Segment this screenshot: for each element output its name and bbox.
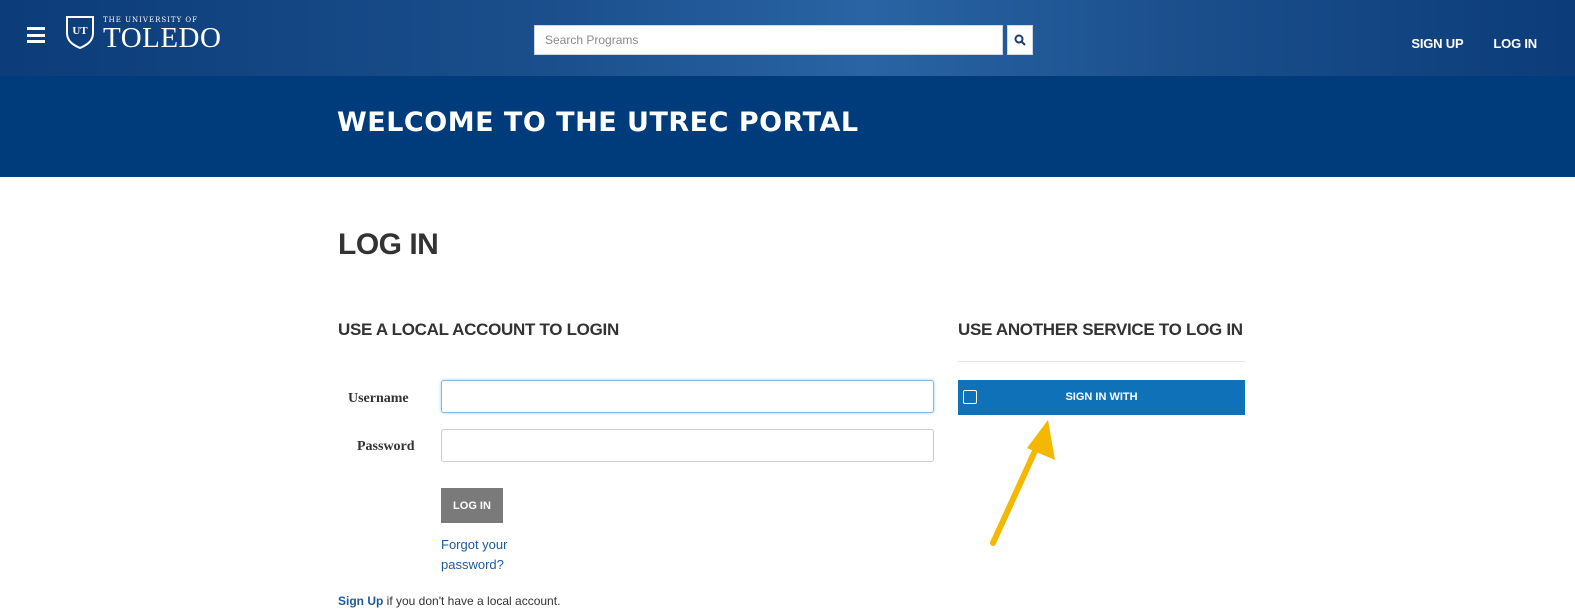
username-field[interactable] — [441, 380, 934, 413]
top-navbar: UT THE UNIVERSITY OF TOLEDO SIGN UP LOG … — [0, 0, 1575, 76]
university-shield-icon: UT — [66, 16, 94, 49]
page-title: LOG IN — [338, 228, 439, 261]
svg-text:UT: UT — [72, 25, 88, 37]
section-divider — [958, 361, 1245, 362]
log-in-button[interactable]: LOG IN — [441, 488, 503, 523]
menu-icon[interactable] — [27, 27, 45, 43]
banner-title: WELCOME TO THE UTREC PORTAL — [337, 107, 859, 138]
logo-big-text: TOLEDO — [103, 22, 222, 54]
username-label: Username — [348, 391, 409, 406]
local-account-heading: USE A LOCAL ACCOUNT TO LOGIN — [338, 320, 619, 339]
university-logo[interactable]: UT THE UNIVERSITY OF TOLEDO — [65, 15, 221, 53]
welcome-banner: WELCOME TO THE UTREC PORTAL — [0, 76, 1575, 177]
search-icon — [1014, 34, 1026, 46]
log-in-link[interactable]: LOG IN — [1493, 36, 1537, 51]
other-service-heading: USE ANOTHER SERVICE TO LOG IN — [958, 320, 1243, 339]
sign-up-inline-link[interactable]: Sign Up — [338, 594, 383, 608]
sign-up-prompt-text: if you don't have a local account. — [383, 594, 561, 608]
sign-in-with-label: SIGN IN WITH — [1065, 391, 1138, 403]
sign-in-with-button[interactable]: SIGN IN WITH — [958, 380, 1245, 415]
sign-up-prompt: Sign Up if you don't have a local accoun… — [338, 594, 560, 608]
search-bar — [534, 25, 1033, 55]
search-button[interactable] — [1007, 25, 1033, 55]
search-input[interactable] — [534, 25, 1003, 55]
forgot-password-link[interactable]: Forgot your password? — [441, 535, 531, 575]
password-field[interactable] — [441, 429, 934, 462]
password-label: Password — [357, 439, 415, 454]
sign-up-link[interactable]: SIGN UP — [1411, 36, 1463, 51]
annotation-arrow — [990, 420, 1055, 546]
